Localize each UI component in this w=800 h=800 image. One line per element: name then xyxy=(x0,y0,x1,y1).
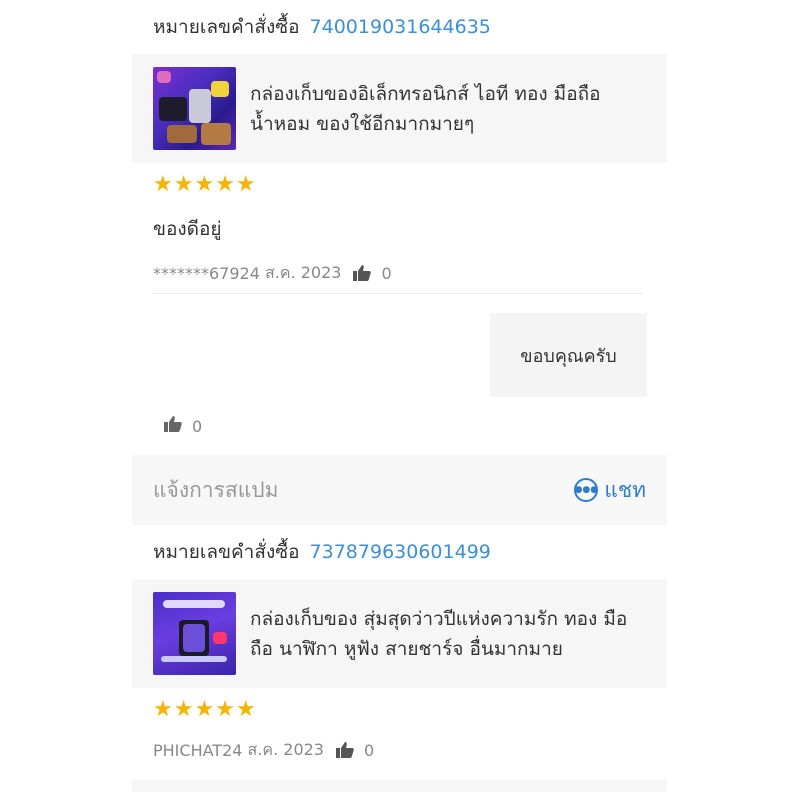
product-card[interactable]: กล่องเก็บของอิเล็กทรอนิกส์ ไอที ทอง มือถ… xyxy=(132,54,667,163)
chat-button[interactable]: ●●● แชท xyxy=(574,474,646,507)
product-thumbnail[interactable] xyxy=(153,592,236,675)
like-count: 0 xyxy=(381,263,392,283)
like-count: 0 xyxy=(363,740,375,760)
review-text: ของดีอยู่ xyxy=(153,218,222,240)
reviewer-name: PHICHAT24 xyxy=(153,740,243,760)
order-number-row: หมายเลขคำสั่งซื้อ 740019031644635 xyxy=(132,0,667,54)
divider xyxy=(153,293,643,294)
order-number-label: หมายเลขคำสั่งซื้อ xyxy=(153,16,300,38)
reply-like-row: 0 xyxy=(132,397,667,455)
review-meta: PHICHAT24 ส.ค. 2023 0 xyxy=(132,730,667,770)
review-actions: แจ้งการสแปม ●●● แชท xyxy=(132,455,667,525)
product-title: กล่องเก็บของ สุ่มสุดว่าวปีแห่งความรัก ทอ… xyxy=(250,607,628,660)
review-meta: *******67924 ส.ค. 2023 0 xyxy=(132,253,667,293)
product-card[interactable]: กล่องเก็บของ สุ่มสุดว่าวปีแห่งความรัก ทอ… xyxy=(132,579,667,688)
star-rating: ★★★★★ xyxy=(153,171,257,197)
star-rating: ★★★★★ xyxy=(153,696,257,722)
report-spam-link[interactable]: แจ้งการสแปม xyxy=(153,474,278,507)
chat-label: แชท xyxy=(604,477,646,502)
order-number-label: หมายเลขคำสั่งซื้อ xyxy=(153,541,300,563)
thumbs-up-icon[interactable] xyxy=(335,742,354,758)
review-card: หมายเลขคำสั่งซื้อ 740019031644635 กล่องเ… xyxy=(132,0,667,525)
order-number-link[interactable]: 740019031644635 xyxy=(310,16,491,38)
review-card: หมายเลขคำสั่งซื้อ 737879630601499 กล่องเ… xyxy=(132,525,667,792)
product-title: กล่องเก็บของอิเล็กทรอนิกส์ ไอที ทอง มือถ… xyxy=(250,82,601,135)
product-thumbnail[interactable] xyxy=(153,67,236,150)
next-section-edge xyxy=(132,780,667,792)
chat-bubble-icon: ●●● xyxy=(574,478,599,502)
thumbs-up-icon[interactable] xyxy=(164,416,182,436)
review-date: ส.ค. 2023 xyxy=(265,262,342,282)
seller-reply: ขอบคุณครับ xyxy=(490,313,647,397)
reply-like-count: 0 xyxy=(192,416,203,436)
review-list: หมายเลขคำสั่งซื้อ 740019031644635 กล่องเ… xyxy=(132,0,667,792)
review-date: ส.ค. 2023 xyxy=(247,739,324,759)
order-number-row: หมายเลขคำสั่งซื้อ 737879630601499 xyxy=(132,525,667,579)
reviewer-name: *******67924 xyxy=(153,263,260,283)
order-number-link[interactable]: 737879630601499 xyxy=(310,541,491,563)
thumbs-up-icon[interactable] xyxy=(353,265,372,281)
